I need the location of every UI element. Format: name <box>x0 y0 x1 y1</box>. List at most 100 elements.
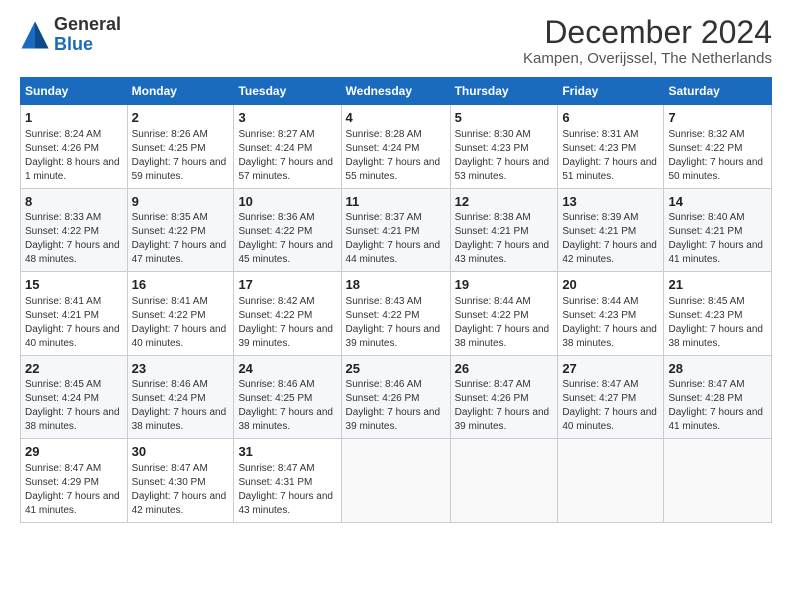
day-content: Sunrise: 8:44 AM Sunset: 4:22 PM Dayligh… <box>455 295 554 351</box>
day-content: Sunrise: 8:46 AM Sunset: 4:25 PM Dayligh… <box>238 378 336 434</box>
calendar-cell: 22 Sunrise: 8:45 AM Sunset: 4:24 PM Dayl… <box>21 355 128 439</box>
col-tuesday: Tuesday <box>234 78 341 105</box>
logo-icon <box>20 20 50 50</box>
calendar-week-row: 15 Sunrise: 8:41 AM Sunset: 4:21 PM Dayl… <box>21 272 772 356</box>
calendar-cell: 10 Sunrise: 8:36 AM Sunset: 4:22 PM Dayl… <box>234 188 341 272</box>
calendar-cell: 13 Sunrise: 8:39 AM Sunset: 4:21 PM Dayl… <box>558 188 664 272</box>
day-content: Sunrise: 8:27 AM Sunset: 4:24 PM Dayligh… <box>238 128 336 184</box>
day-content: Sunrise: 8:24 AM Sunset: 4:26 PM Dayligh… <box>25 128 123 184</box>
day-content: Sunrise: 8:47 AM Sunset: 4:29 PM Dayligh… <box>25 462 123 518</box>
calendar-week-row: 1 Sunrise: 8:24 AM Sunset: 4:26 PM Dayli… <box>21 105 772 189</box>
calendar-cell: 15 Sunrise: 8:41 AM Sunset: 4:21 PM Dayl… <box>21 272 128 356</box>
day-content: Sunrise: 8:38 AM Sunset: 4:21 PM Dayligh… <box>455 211 554 267</box>
calendar-cell: 27 Sunrise: 8:47 AM Sunset: 4:27 PM Dayl… <box>558 355 664 439</box>
subtitle: Kampen, Overijssel, The Netherlands <box>523 50 772 67</box>
logo-area: General Blue <box>20 15 121 55</box>
calendar-cell <box>450 439 558 523</box>
calendar-cell: 24 Sunrise: 8:46 AM Sunset: 4:25 PM Dayl… <box>234 355 341 439</box>
page: General Blue December 2024 Kampen, Overi… <box>0 0 792 612</box>
day-content: Sunrise: 8:33 AM Sunset: 4:22 PM Dayligh… <box>25 211 123 267</box>
day-number: 31 <box>238 443 336 461</box>
day-number: 29 <box>25 443 123 461</box>
calendar-cell: 9 Sunrise: 8:35 AM Sunset: 4:22 PM Dayli… <box>127 188 234 272</box>
calendar-cell: 5 Sunrise: 8:30 AM Sunset: 4:23 PM Dayli… <box>450 105 558 189</box>
calendar-cell <box>664 439 772 523</box>
day-number: 14 <box>668 193 767 211</box>
calendar-cell: 26 Sunrise: 8:47 AM Sunset: 4:26 PM Dayl… <box>450 355 558 439</box>
calendar-week-row: 22 Sunrise: 8:45 AM Sunset: 4:24 PM Dayl… <box>21 355 772 439</box>
calendar-table: Sunday Monday Tuesday Wednesday Thursday… <box>20 77 772 523</box>
col-sunday: Sunday <box>21 78 128 105</box>
day-number: 30 <box>132 443 230 461</box>
day-content: Sunrise: 8:26 AM Sunset: 4:25 PM Dayligh… <box>132 128 230 184</box>
day-content: Sunrise: 8:46 AM Sunset: 4:26 PM Dayligh… <box>346 378 446 434</box>
day-content: Sunrise: 8:47 AM Sunset: 4:30 PM Dayligh… <box>132 462 230 518</box>
day-content: Sunrise: 8:47 AM Sunset: 4:31 PM Dayligh… <box>238 462 336 518</box>
calendar-cell: 14 Sunrise: 8:40 AM Sunset: 4:21 PM Dayl… <box>664 188 772 272</box>
day-number: 4 <box>346 109 446 127</box>
col-monday: Monday <box>127 78 234 105</box>
day-number: 6 <box>562 109 659 127</box>
day-number: 23 <box>132 360 230 378</box>
col-saturday: Saturday <box>664 78 772 105</box>
calendar-cell: 16 Sunrise: 8:41 AM Sunset: 4:22 PM Dayl… <box>127 272 234 356</box>
calendar-cell: 30 Sunrise: 8:47 AM Sunset: 4:30 PM Dayl… <box>127 439 234 523</box>
calendar-cell <box>341 439 450 523</box>
calendar-cell: 29 Sunrise: 8:47 AM Sunset: 4:29 PM Dayl… <box>21 439 128 523</box>
logo-text: General Blue <box>54 15 121 55</box>
header: General Blue December 2024 Kampen, Overi… <box>20 15 772 67</box>
day-content: Sunrise: 8:47 AM Sunset: 4:27 PM Dayligh… <box>562 378 659 434</box>
day-number: 11 <box>346 193 446 211</box>
calendar-cell: 7 Sunrise: 8:32 AM Sunset: 4:22 PM Dayli… <box>664 105 772 189</box>
day-number: 19 <box>455 276 554 294</box>
day-content: Sunrise: 8:36 AM Sunset: 4:22 PM Dayligh… <box>238 211 336 267</box>
day-content: Sunrise: 8:37 AM Sunset: 4:21 PM Dayligh… <box>346 211 446 267</box>
calendar-cell: 21 Sunrise: 8:45 AM Sunset: 4:23 PM Dayl… <box>664 272 772 356</box>
day-content: Sunrise: 8:31 AM Sunset: 4:23 PM Dayligh… <box>562 128 659 184</box>
day-content: Sunrise: 8:44 AM Sunset: 4:23 PM Dayligh… <box>562 295 659 351</box>
calendar-cell: 1 Sunrise: 8:24 AM Sunset: 4:26 PM Dayli… <box>21 105 128 189</box>
day-number: 13 <box>562 193 659 211</box>
day-number: 3 <box>238 109 336 127</box>
day-number: 22 <box>25 360 123 378</box>
calendar-cell: 18 Sunrise: 8:43 AM Sunset: 4:22 PM Dayl… <box>341 272 450 356</box>
day-number: 9 <box>132 193 230 211</box>
day-content: Sunrise: 8:40 AM Sunset: 4:21 PM Dayligh… <box>668 211 767 267</box>
logo-blue: Blue <box>54 35 121 55</box>
calendar-cell: 19 Sunrise: 8:44 AM Sunset: 4:22 PM Dayl… <box>450 272 558 356</box>
day-number: 26 <box>455 360 554 378</box>
day-content: Sunrise: 8:30 AM Sunset: 4:23 PM Dayligh… <box>455 128 554 184</box>
calendar-cell: 20 Sunrise: 8:44 AM Sunset: 4:23 PM Dayl… <box>558 272 664 356</box>
col-thursday: Thursday <box>450 78 558 105</box>
calendar-cell: 12 Sunrise: 8:38 AM Sunset: 4:21 PM Dayl… <box>450 188 558 272</box>
calendar-week-row: 29 Sunrise: 8:47 AM Sunset: 4:29 PM Dayl… <box>21 439 772 523</box>
calendar-cell: 25 Sunrise: 8:46 AM Sunset: 4:26 PM Dayl… <box>341 355 450 439</box>
day-content: Sunrise: 8:43 AM Sunset: 4:22 PM Dayligh… <box>346 295 446 351</box>
calendar-cell: 31 Sunrise: 8:47 AM Sunset: 4:31 PM Dayl… <box>234 439 341 523</box>
col-friday: Friday <box>558 78 664 105</box>
day-number: 1 <box>25 109 123 127</box>
day-number: 21 <box>668 276 767 294</box>
day-number: 2 <box>132 109 230 127</box>
calendar-cell: 6 Sunrise: 8:31 AM Sunset: 4:23 PM Dayli… <box>558 105 664 189</box>
day-content: Sunrise: 8:46 AM Sunset: 4:24 PM Dayligh… <box>132 378 230 434</box>
day-content: Sunrise: 8:35 AM Sunset: 4:22 PM Dayligh… <box>132 211 230 267</box>
day-number: 12 <box>455 193 554 211</box>
calendar-cell: 23 Sunrise: 8:46 AM Sunset: 4:24 PM Dayl… <box>127 355 234 439</box>
col-wednesday: Wednesday <box>341 78 450 105</box>
day-content: Sunrise: 8:45 AM Sunset: 4:23 PM Dayligh… <box>668 295 767 351</box>
calendar-cell: 17 Sunrise: 8:42 AM Sunset: 4:22 PM Dayl… <box>234 272 341 356</box>
day-number: 17 <box>238 276 336 294</box>
calendar-header-row: Sunday Monday Tuesday Wednesday Thursday… <box>21 78 772 105</box>
day-number: 25 <box>346 360 446 378</box>
day-content: Sunrise: 8:47 AM Sunset: 4:26 PM Dayligh… <box>455 378 554 434</box>
day-number: 5 <box>455 109 554 127</box>
day-content: Sunrise: 8:39 AM Sunset: 4:21 PM Dayligh… <box>562 211 659 267</box>
day-number: 18 <box>346 276 446 294</box>
day-content: Sunrise: 8:28 AM Sunset: 4:24 PM Dayligh… <box>346 128 446 184</box>
calendar-cell: 2 Sunrise: 8:26 AM Sunset: 4:25 PM Dayli… <box>127 105 234 189</box>
calendar-cell: 8 Sunrise: 8:33 AM Sunset: 4:22 PM Dayli… <box>21 188 128 272</box>
day-content: Sunrise: 8:41 AM Sunset: 4:22 PM Dayligh… <box>132 295 230 351</box>
day-content: Sunrise: 8:32 AM Sunset: 4:22 PM Dayligh… <box>668 128 767 184</box>
day-number: 16 <box>132 276 230 294</box>
